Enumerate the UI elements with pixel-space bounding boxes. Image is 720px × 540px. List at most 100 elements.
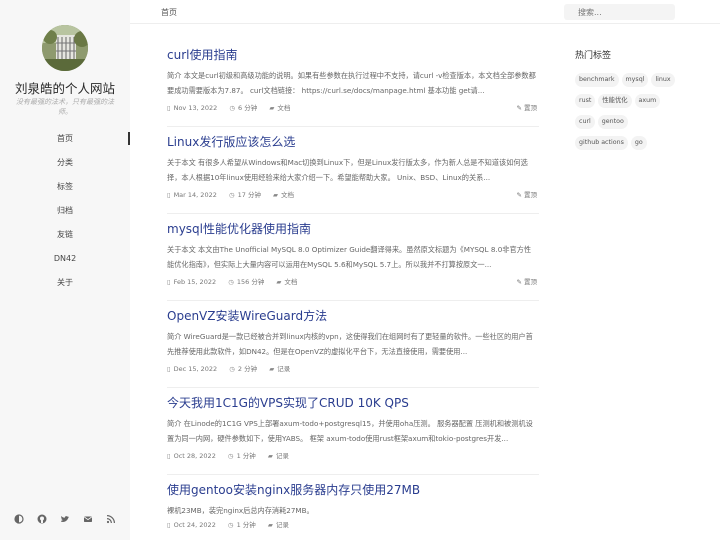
site-title[interactable]: 刘泉皓的个人网站 <box>0 78 130 97</box>
post-excerpt: 关于本文 有很多人希望从Windows和Mac切换到Linux下，但是Linux… <box>167 158 528 182</box>
nav-item-dn42[interactable]: DN42 <box>0 250 130 274</box>
post-read-time: 1 分钟 <box>236 521 256 529</box>
post-title[interactable]: 今天我用1C1G的VPS实现了CRUD 10K QPS <box>167 394 409 411</box>
nav-item-archives[interactable]: 归档 <box>0 202 130 226</box>
clock-icon: ◷ <box>229 104 236 112</box>
folder-icon: ▰ <box>273 191 279 199</box>
post-date: Mar 14, 2022 <box>173 191 217 199</box>
twitter-icon[interactable] <box>57 514 73 528</box>
post-read-time: 6 分钟 <box>238 104 258 112</box>
clock-icon: ◷ <box>229 365 235 373</box>
post-meta: ▯ Oct 24, 2022 ◷ 1 分钟 ▰ 记录 <box>167 519 539 529</box>
tag-go[interactable]: go <box>630 136 647 150</box>
rss-icon[interactable] <box>103 514 119 528</box>
tag-gentoo[interactable]: gentoo <box>597 115 628 129</box>
github-icon[interactable] <box>34 514 50 528</box>
site-subtitle: 没有最强的法术，只有最强的法师。 <box>16 98 114 116</box>
hot-tags-title: 热门标签 <box>575 51 612 61</box>
post-title[interactable]: OpenVZ安装WireGuard方法 <box>167 307 327 324</box>
post-item: Linux发行版应该怎么选 关于本文 有很多人希望从Windows和Mac切换到… <box>167 127 539 214</box>
post-category[interactable]: 文档 <box>277 104 290 112</box>
post-title[interactable]: mysql性能优化器使用指南 <box>167 220 311 237</box>
folder-icon: ▰ <box>269 365 275 373</box>
pinned-badge: ✎ 置顶 <box>516 278 537 286</box>
tag-cloud: benchmark mysql linux rust 性能优化 axum curl gen… <box>575 73 685 157</box>
calendar-icon: ▯ <box>167 104 171 112</box>
theme-toggle-icon[interactable] <box>11 514 27 528</box>
post-meta: ▯ Nov 13, 2022 ◷ 6 分钟 ▰ 文档 <box>167 102 539 112</box>
pinned-badge: ✎ 置顶 <box>516 191 537 199</box>
post-category[interactable]: 文档 <box>284 278 297 286</box>
nav-item-about[interactable]: 关于 <box>0 274 130 298</box>
folder-icon: ▰ <box>267 521 273 529</box>
post-meta: ▯ Dec 15, 2022 ◷ 2 分钟 ▰ 记录 <box>167 363 539 373</box>
post-category[interactable]: 记录 <box>276 521 289 529</box>
tag-performance[interactable]: 性能优化 <box>598 94 632 108</box>
post-date: Oct 24, 2022 <box>173 521 216 529</box>
post-category[interactable]: 记录 <box>277 365 290 373</box>
clock-icon: ◷ <box>227 521 234 529</box>
social-links <box>0 509 130 528</box>
tag-rust[interactable]: rust <box>575 94 596 108</box>
pin-icon: ✎ <box>516 104 522 112</box>
sidebar: 刘泉皓的个人网站 没有最强的法术，只有最强的法师。 首页 分类 标签 归档 友链… <box>0 0 130 540</box>
post-read-time: 156 分钟 <box>236 278 265 286</box>
post-meta: ▯ Oct 28, 2022 ◷ 1 分钟 ▰ 记录 <box>167 450 539 460</box>
post-category[interactable]: 文档 <box>281 191 294 199</box>
nav-item-categories[interactable]: 分类 <box>0 154 130 178</box>
post-title[interactable]: 使用gentoo安装nginx服务器内存只使用27MB <box>167 481 420 498</box>
post-title[interactable]: Linux发行版应该怎么选 <box>167 133 295 150</box>
post-date: Dec 15, 2022 <box>173 365 218 373</box>
post-meta: ▯ Mar 14, 2022 ◷ 17 分钟 ▰ 文档 <box>167 189 539 199</box>
post-item: 使用gentoo安装nginx服务器内存只使用27MB 裸机23MB，装完ngi… <box>167 475 539 540</box>
clock-icon: ◷ <box>228 278 234 286</box>
pin-icon: ✎ <box>516 278 522 286</box>
post-item: curl使用指南 简介 本文是curl初级和高级功能的说明。如果有些参数在执行过… <box>167 40 539 127</box>
post-list: curl使用指南 简介 本文是curl初级和高级功能的说明。如果有些参数在执行过… <box>167 40 539 540</box>
calendar-icon: ▯ <box>167 278 171 286</box>
hot-tags: 热门标签 benchmark mysql linux rust 性能优化 axum cu… <box>575 48 685 157</box>
post-excerpt: 简介 在Linode的1C1G VPS上部署axum-todo+postgres… <box>167 419 533 443</box>
calendar-icon: ▯ <box>167 365 171 373</box>
search-input[interactable] <box>564 4 675 20</box>
pinned-badge: ✎ 置顶 <box>516 104 537 112</box>
tag-mysql[interactable]: mysql <box>621 73 649 87</box>
folder-icon: ▰ <box>267 452 273 460</box>
tag-linux[interactable]: linux <box>651 73 675 87</box>
folder-icon: ▰ <box>269 104 275 112</box>
clock-icon: ◷ <box>227 452 234 460</box>
nav-item-home[interactable]: 首页 <box>0 130 130 154</box>
folder-icon: ▰ <box>276 278 282 286</box>
calendar-icon: ▯ <box>167 452 171 460</box>
tag-github-actions[interactable]: github actions <box>575 136 628 150</box>
post-read-time: 2 分钟 <box>237 365 258 373</box>
post-meta: ▯ Feb 15, 2022 ◷ 156 分钟 ▰ 文档 <box>167 276 539 286</box>
tag-benchmark[interactable]: benchmark <box>575 73 619 87</box>
top-bar: 首页 <box>130 0 720 24</box>
post-date: Feb 15, 2022 <box>173 278 217 286</box>
post-excerpt: 关于本文 本文由The Unofficial MySQL 8.0 Optimiz… <box>167 245 532 269</box>
breadcrumb[interactable]: 首页 <box>161 7 177 18</box>
calendar-icon: ▯ <box>167 191 171 199</box>
post-title[interactable]: curl使用指南 <box>167 46 237 63</box>
pin-icon: ✎ <box>516 191 522 199</box>
avatar-image <box>42 25 88 71</box>
calendar-icon: ▯ <box>167 521 171 529</box>
avatar[interactable] <box>42 25 88 71</box>
clock-icon: ◷ <box>228 191 235 199</box>
post-date: Oct 28, 2022 <box>173 452 216 460</box>
post-category[interactable]: 记录 <box>276 452 289 460</box>
post-read-time: 17 分钟 <box>237 191 261 199</box>
post-excerpt: 简介 本文是curl初级和高级功能的说明。如果有些参数在执行过程中不支持，请cu… <box>167 71 536 95</box>
post-item: 今天我用1C1G的VPS实现了CRUD 10K QPS 简介 在Linode的1… <box>167 388 539 475</box>
nav-item-friends[interactable]: 友链 <box>0 226 130 250</box>
post-read-time: 1 分钟 <box>236 452 256 460</box>
post-item: OpenVZ安装WireGuard方法 简介 WireGuard是一款已经被合并… <box>167 301 539 388</box>
tag-curl[interactable]: curl <box>575 115 595 129</box>
post-excerpt: 简介 WireGuard是一款已经被合并到linux内核的vpn，这使得我们在组… <box>167 332 533 356</box>
post-item: mysql性能优化器使用指南 关于本文 本文由The Unofficial My… <box>167 214 539 301</box>
tag-axum[interactable]: axum <box>634 94 661 108</box>
nav-item-tags[interactable]: 标签 <box>0 178 130 202</box>
email-icon[interactable] <box>80 514 96 528</box>
main-nav: 首页 分类 标签 归档 友链 DN42 关于 <box>0 130 130 298</box>
